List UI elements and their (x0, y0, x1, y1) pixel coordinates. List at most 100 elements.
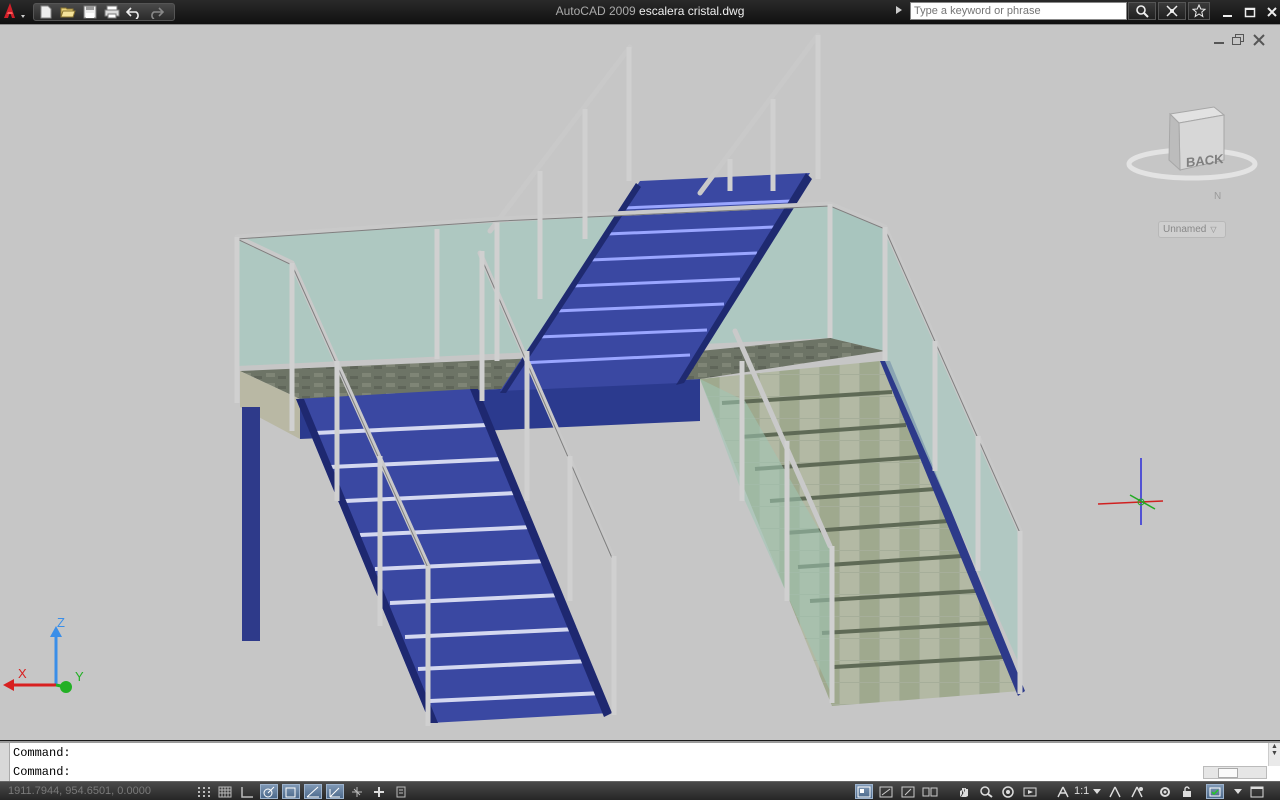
pan-hand-icon (960, 787, 968, 797)
polar-tracking-button[interactable] (260, 784, 278, 799)
command-vertical-scrollbar[interactable]: ▲ ▼ (1268, 743, 1280, 766)
annotation-scale-button[interactable] (1054, 784, 1072, 799)
command-horizontal-scrollbar[interactable] (1203, 766, 1267, 779)
object-snap-tracking-button[interactable] (304, 784, 322, 799)
otrack-icon (306, 786, 319, 797)
auto-scale-icon (1131, 786, 1143, 797)
title-bar: AutoCAD 2009 escalera cristal.dwg (0, 0, 1280, 24)
status-menu-button[interactable] (1232, 784, 1244, 799)
polar-icon (263, 786, 275, 797)
support-column (242, 407, 260, 641)
ucs-y-label: Y (75, 669, 84, 684)
model-icon (857, 786, 871, 797)
model-space-button[interactable] (855, 784, 873, 799)
ucs-menu-dropdown[interactable]: Unnamed ▽ (1158, 221, 1226, 238)
drawing-viewport[interactable]: Z X Y BACK N Unnamed ▽ (0, 24, 1280, 740)
annotation-visibility-button[interactable] (1106, 784, 1124, 799)
clean-screen-icon (1250, 786, 1264, 797)
workspace-switching-button[interactable] (1156, 784, 1174, 799)
annotation-visibility-icon (1109, 786, 1121, 797)
snap-mode-button[interactable] (195, 784, 213, 799)
gear-icon (1160, 786, 1170, 797)
app-name: AutoCAD 2009 (555, 4, 636, 18)
toolbar-lock-button[interactable] (1178, 784, 1196, 799)
search-input[interactable] (911, 3, 1126, 19)
osnap-icon (285, 787, 296, 797)
ortho-icon (241, 786, 253, 798)
annotation-scale-dropdown[interactable] (1092, 784, 1102, 799)
grid-display-button[interactable] (216, 784, 234, 799)
grid-icon (218, 786, 232, 797)
command-prompt-line[interactable]: Command: (13, 765, 71, 779)
ucs-z-label: Z (57, 615, 65, 630)
clean-screen-button[interactable] (1248, 784, 1266, 799)
ucs-icon (3, 626, 72, 693)
document-name: escalera cristal.dwg (639, 4, 745, 18)
quick-view-drawings-icon (922, 787, 938, 796)
viewcube-compass-label: N (1214, 191, 1222, 202)
close-icon (1267, 7, 1277, 17)
zoom-button[interactable] (977, 784, 995, 799)
dyn-icon (352, 786, 362, 797)
ducs-icon (329, 787, 340, 797)
tray-settings-icon (1209, 787, 1221, 796)
annotation-scale-icon (1057, 786, 1069, 797)
ucs-x-label: X (18, 666, 27, 681)
communication-center-button[interactable] (1158, 2, 1186, 20)
zoom-icon (980, 785, 993, 798)
search-expand-arrow[interactable] (896, 6, 902, 14)
quick-view-layouts-button[interactable] (899, 784, 917, 799)
favorites-button[interactable] (1188, 2, 1210, 20)
pan-button[interactable] (955, 784, 973, 799)
object-snap-button[interactable] (282, 784, 300, 799)
search-button[interactable] (1128, 2, 1156, 20)
steering-wheel-button[interactable] (999, 784, 1017, 799)
minimize-icon (1223, 15, 1232, 17)
close-icon (1253, 34, 1265, 46)
lineweight-button[interactable] (370, 784, 388, 799)
close-button[interactable] (1264, 4, 1280, 20)
chevron-down-icon (1234, 788, 1242, 794)
maximize-icon (1244, 7, 1256, 18)
communication-icon (1166, 5, 1178, 17)
scrollbar-thumb[interactable] (1218, 768, 1238, 778)
infocenter-search (910, 2, 1127, 20)
chevron-down-icon (1093, 788, 1101, 794)
command-history-line: Command: (13, 746, 71, 760)
viewcube[interactable]: BACK N (1122, 100, 1262, 210)
quick-view-drawings-button[interactable] (921, 784, 939, 799)
showmotion-icon (1023, 787, 1037, 796)
viewport-minimize-button[interactable] (1212, 33, 1226, 47)
quick-view-layouts-icon (901, 786, 915, 797)
dynamic-ucs-button[interactable] (326, 784, 344, 799)
annotation-scale-value[interactable]: 1:1 (1074, 785, 1089, 797)
ucs-cursor (1097, 458, 1164, 525)
chevron-down-icon: ▽ (1210, 225, 1217, 234)
command-window-grip[interactable] (0, 743, 10, 783)
showmotion-button[interactable] (1021, 784, 1039, 799)
favorites-icon (1192, 4, 1206, 18)
ucs-name: Unnamed (1163, 224, 1207, 235)
viewport-restore-button[interactable] (1231, 33, 1245, 47)
search-icon (1136, 5, 1149, 18)
auto-scale-button[interactable] (1128, 784, 1146, 799)
command-window[interactable]: Command: Command: ▲ ▼ (0, 741, 1280, 783)
quick-properties-button[interactable] (392, 784, 410, 799)
status-tray-settings-button[interactable] (1206, 784, 1224, 799)
stair-3d-model: Z X Y (3, 32, 1164, 726)
viewport-close-button[interactable] (1252, 33, 1266, 47)
status-bar: 1911.7944, 954.6501, 0.0000 1:1 (0, 781, 1280, 800)
minimize-button[interactable] (1220, 4, 1236, 20)
minimize-icon (1214, 42, 1224, 44)
lineweight-icon (374, 786, 384, 797)
coordinate-readout[interactable]: 1911.7944, 954.6501, 0.0000 (8, 785, 151, 797)
snap-icon (198, 786, 210, 797)
quick-properties-icon (396, 786, 406, 797)
dynamic-input-button[interactable] (348, 784, 366, 799)
ortho-mode-button[interactable] (238, 784, 256, 799)
steering-wheel-icon (1002, 785, 1014, 798)
layout-button[interactable] (877, 784, 895, 799)
restore-icon (1232, 34, 1244, 45)
layout-icon (879, 786, 893, 797)
maximize-button[interactable] (1242, 4, 1258, 20)
